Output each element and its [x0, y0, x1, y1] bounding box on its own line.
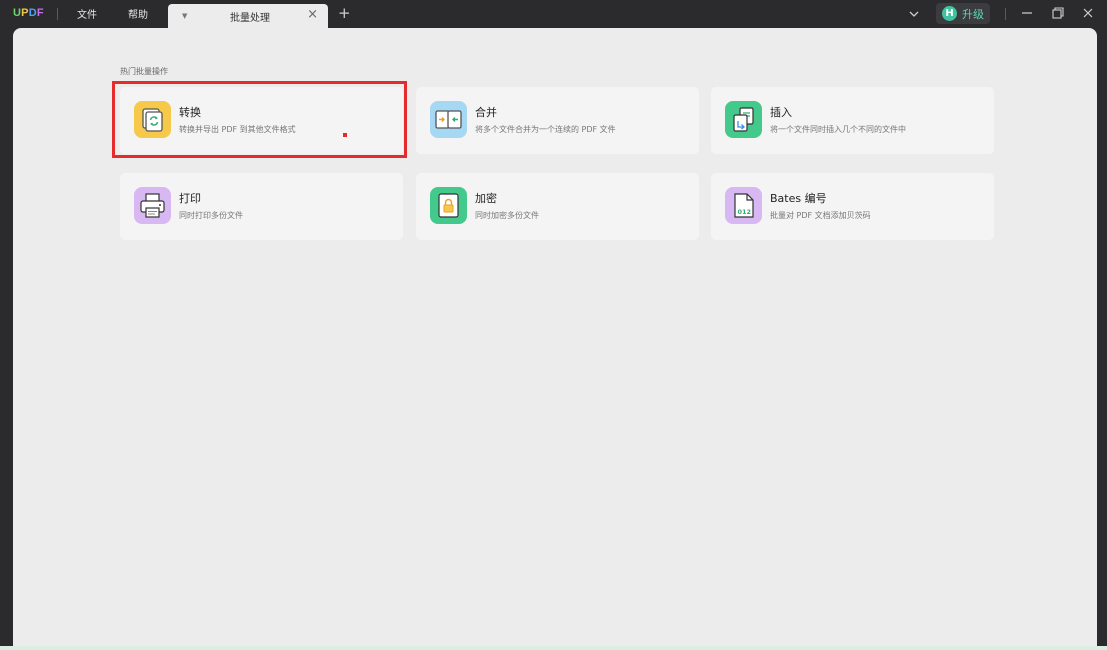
title-bar: UPDF 文件 帮助 ▼ 批量处理 × + H 升级: [0, 0, 1107, 28]
lock-icon: [430, 187, 467, 224]
card-title: 打印: [179, 192, 201, 205]
restore-icon[interactable]: [1050, 5, 1066, 21]
title-separator: [1005, 8, 1006, 20]
annotation-marker: [343, 133, 347, 137]
menu-file[interactable]: 文件: [77, 6, 97, 21]
chevron-down-icon[interactable]: [907, 6, 921, 20]
new-tab-button[interactable]: +: [338, 4, 351, 22]
highlight-box: [112, 81, 407, 158]
menu-help[interactable]: 帮助: [128, 6, 148, 21]
bottom-edge: [0, 646, 1107, 650]
card-description: 批量对 PDF 文档添加贝茨码: [770, 211, 871, 220]
tab-batch[interactable]: ▼ 批量处理 ×: [168, 4, 328, 28]
upgrade-label: 升级: [962, 8, 984, 21]
card-title: 加密: [475, 192, 497, 205]
close-icon[interactable]: [1080, 5, 1096, 21]
upgrade-button[interactable]: H 升级: [936, 3, 990, 24]
card-description: 将多个文件合并为一个连续的 PDF 文件: [475, 125, 616, 134]
card-encrypt[interactable]: 加密 同时加密多份文件: [416, 173, 699, 240]
section-title: 热门批量操作: [120, 67, 168, 76]
svg-text:012: 012: [738, 208, 752, 216]
card-insert[interactable]: 插入 将一个文件同时插入几个不同的文件中: [711, 87, 994, 154]
tab-label: 批量处理: [230, 13, 270, 24]
card-bates-number[interactable]: 012 Bates 编号 批量对 PDF 文档添加贝茨码: [711, 173, 994, 240]
card-title: 合并: [475, 106, 497, 119]
batch-panel: 热门批量操作 转换 转换并导出 PDF 到其他文件格式 合并 将多个文件合并为一…: [13, 28, 1097, 646]
insert-icon: [725, 101, 762, 138]
tab-indicator-icon: ▼: [182, 12, 188, 20]
merge-icon: [430, 101, 467, 138]
avatar: H: [942, 6, 957, 21]
card-title: 插入: [770, 106, 792, 119]
card-description: 将一个文件同时插入几个不同的文件中: [770, 125, 906, 134]
minimize-icon[interactable]: [1019, 5, 1035, 21]
tab-close-icon[interactable]: ×: [307, 7, 318, 22]
print-icon: [134, 187, 171, 224]
card-print[interactable]: 打印 同时打印多份文件: [120, 173, 403, 240]
card-merge[interactable]: 合并 将多个文件合并为一个连续的 PDF 文件: [416, 87, 699, 154]
title-separator: [57, 8, 58, 20]
updf-logo: UPDF: [13, 7, 44, 19]
card-description: 同时加密多份文件: [475, 211, 539, 220]
card-description: 同时打印多份文件: [179, 211, 243, 220]
card-title: Bates 编号: [770, 192, 827, 205]
bates-number-icon: 012: [725, 187, 762, 224]
